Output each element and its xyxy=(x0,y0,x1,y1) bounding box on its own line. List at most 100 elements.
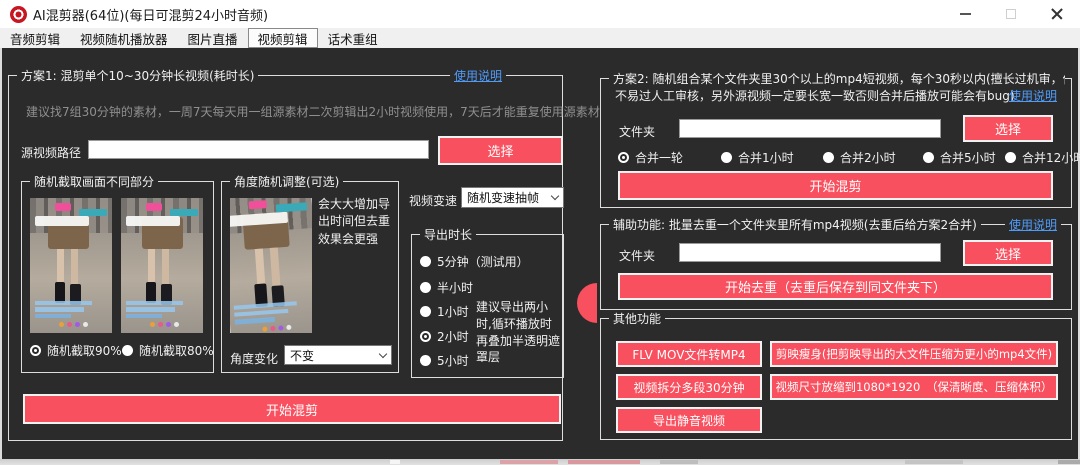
radio-label: 1小时 xyxy=(437,303,469,320)
radio-crop-80[interactable]: 随机截取80% xyxy=(122,342,214,359)
taskbar-segment xyxy=(1058,460,1080,464)
dedupe-folder-input[interactable] xyxy=(679,243,941,262)
speed-select[interactable]: 随机变速抽帧 xyxy=(461,187,564,208)
window-title: AI混剪器(64位)(每日可混剪24小时音频) xyxy=(33,5,268,24)
radio-dot xyxy=(420,256,431,267)
resize-1080-1920-button[interactable]: 视频尺寸放缩到1080*1920 （保清晰度、压缩体积） xyxy=(770,374,1058,400)
maximize-icon xyxy=(1006,9,1016,19)
radio-dot xyxy=(420,331,431,342)
app-logo-icon xyxy=(10,6,27,23)
dedupe-start-button[interactable]: 开始去重（去重后保存到同文件夹下） xyxy=(618,273,1053,300)
plan2-panel: 方案2: 随机组合某个文件夹里30个以上的mp4短视频，每个30秒以内(擅长过机… xyxy=(600,78,1072,208)
client-area: 方案1: 混剪单个10~30分钟长视频(耗时长) 使用说明 建议找7组30分钟的… xyxy=(0,48,1080,459)
tab-video-edit[interactable]: 视频剪辑 xyxy=(248,28,318,48)
plan2-start-button[interactable]: 开始混剪 xyxy=(618,171,1053,200)
plan2-legend: 方案2: 随机组合某个文件夹里30个以上的mp4短视频，每个30秒以内(擅长过机… xyxy=(609,70,1065,87)
radio-duration-halfhour[interactable]: 半小时 xyxy=(420,279,473,296)
tab-random-player[interactable]: 视频随机播放器 xyxy=(70,28,178,48)
source-path-input[interactable] xyxy=(88,140,429,159)
radio-dot xyxy=(923,152,934,163)
jianying-compress-button[interactable]: 剪映瘦身(把剪映导出的大文件压缩为更小的mp4文件) xyxy=(770,341,1058,367)
speed-label: 视频变速 xyxy=(409,192,457,209)
dedupe-help-link[interactable]: 使用说明 xyxy=(1005,216,1061,233)
close-button[interactable] xyxy=(1034,0,1080,28)
crop-preview-90-image xyxy=(30,198,112,333)
radio-crop-90-label: 随机截取90% xyxy=(47,342,122,359)
radio-label: 半小时 xyxy=(437,279,473,296)
radio-dot xyxy=(721,152,732,163)
angle-group-legend: 角度随机调整(可选) xyxy=(230,173,343,190)
app-window: AI混剪器(64位)(每日可混剪24小时音频) 音频剪辑 视频随机播放器 图片直… xyxy=(0,0,1080,465)
radio-duration-5min[interactable]: 5分钟（测试用） xyxy=(420,253,529,270)
taskbar-segment xyxy=(905,460,963,464)
radio-dot xyxy=(618,152,629,163)
minimize-button[interactable] xyxy=(942,0,988,28)
radio-merge-one-round[interactable]: 合并一轮 xyxy=(618,149,683,166)
radio-merge-1hour[interactable]: 合并1小时 xyxy=(721,149,794,166)
plan2-folder-label: 文件夹 xyxy=(619,123,655,140)
radio-merge-5hour[interactable]: 合并5小时 xyxy=(923,149,996,166)
radio-label: 2小时 xyxy=(437,328,469,345)
others-panel: 其他功能 FLV MOV文件转MP4 剪映瘦身(把剪映导出的大文件压缩为更小的m… xyxy=(600,318,1072,440)
dedupe-folder-select-button[interactable]: 选择 xyxy=(963,240,1053,266)
plan1-help-link[interactable]: 使用说明 xyxy=(450,67,506,84)
radio-dot xyxy=(1005,152,1016,163)
radio-dot xyxy=(420,306,431,317)
duration-group-legend: 导出时长 xyxy=(420,226,476,243)
radio-label: 5小时 xyxy=(437,352,469,369)
angle-select-value: 不变 xyxy=(290,347,314,364)
radio-dot xyxy=(823,152,834,163)
angle-group: 角度随机调整(可选) 会大大增加导出时间但去重效果会更强 角度变化 不变 xyxy=(221,181,399,373)
radio-crop-80-label: 随机截取80% xyxy=(139,342,214,359)
radio-dot xyxy=(420,355,431,366)
dedupe-folder-label: 文件夹 xyxy=(619,247,655,264)
duration-note: 建议导出两小时,循环播放时再叠加半透明遮罩层 xyxy=(476,299,560,366)
split-30min-button[interactable]: 视频拆分多段30分钟 xyxy=(616,374,762,400)
radio-duration-1hour[interactable]: 1小时 xyxy=(420,303,469,320)
radio-merge-2hour[interactable]: 合并2小时 xyxy=(823,149,896,166)
crop-group: 随机截取画面不同部分 随机截取90% xyxy=(21,181,214,373)
angle-note: 会大大增加导出时间但去重效果会更强 xyxy=(318,196,396,248)
radio-duration-2hour[interactable]: 2小时 xyxy=(420,328,469,345)
taskbar-segment xyxy=(660,460,698,464)
title-bar: AI混剪器(64位)(每日可混剪24小时音频) xyxy=(0,0,1080,28)
tab-image-live[interactable]: 图片直播 xyxy=(178,28,248,48)
maximize-button[interactable] xyxy=(988,0,1034,28)
taskbar-segment xyxy=(568,460,640,464)
close-icon xyxy=(1051,8,1063,20)
others-legend: 其他功能 xyxy=(609,310,665,327)
plan2-folder-select-button[interactable]: 选择 xyxy=(963,115,1053,142)
duration-group: 导出时长 5分钟（测试用） 半小时 1小时 2小时 xyxy=(411,234,564,378)
tab-audio-edit[interactable]: 音频剪辑 xyxy=(0,28,70,48)
tab-bar: 音频剪辑 视频随机播放器 图片直播 视频剪辑 话术重组 xyxy=(0,28,1080,48)
plan2-folder-input[interactable] xyxy=(679,119,941,138)
plan2-help-link[interactable]: 使用说明 xyxy=(1009,87,1057,104)
source-path-select-button[interactable]: 选择 xyxy=(438,136,563,165)
dedupe-panel: 辅助功能: 批量去重一个文件夹里所有mp4视频(去重后给方案2合并) 使用说明 … xyxy=(600,224,1072,310)
plan1-panel: 方案1: 混剪单个10~30分钟长视频(耗时长) 使用说明 建议找7组30分钟的… xyxy=(8,75,563,441)
crop-group-legend: 随机截取画面不同部分 xyxy=(30,173,158,190)
speed-select-value: 随机变速抽帧 xyxy=(467,189,539,206)
crop-preview-80-image xyxy=(121,198,203,333)
radio-dot xyxy=(420,282,431,293)
taskbar-segment xyxy=(390,460,400,464)
angle-select-label: 角度变化 xyxy=(230,350,278,367)
tab-script-remix[interactable]: 话术重组 xyxy=(318,28,388,48)
radio-label: 合并1小时 xyxy=(738,149,794,166)
taskbar-sliver xyxy=(0,459,1080,465)
radio-label: 合并12小时 xyxy=(1022,149,1080,166)
radio-merge-12hour[interactable]: 合并12小时 xyxy=(1005,149,1080,166)
radio-duration-5hour[interactable]: 5小时 xyxy=(420,352,469,369)
radio-label: 合并5小时 xyxy=(940,149,996,166)
radio-crop-80-dot xyxy=(122,345,133,356)
plan1-hint: 建议找7组30分钟的素材，一周7天每天用一组源素材二次剪辑出2小时视频使用，7天… xyxy=(26,103,600,120)
plan1-legend: 方案1: 混剪单个10~30分钟长视频(耗时长) xyxy=(17,67,258,84)
taskbar-segment xyxy=(500,460,558,464)
radio-label: 合并一轮 xyxy=(635,149,683,166)
radio-crop-90[interactable]: 随机截取90% xyxy=(30,342,122,359)
window-controls xyxy=(942,0,1080,28)
plan1-start-button[interactable]: 开始混剪 xyxy=(23,394,561,424)
angle-select[interactable]: 不变 xyxy=(284,345,392,365)
export-muted-video-button[interactable]: 导出静音视频 xyxy=(616,407,762,433)
flv-mov-to-mp4-button[interactable]: FLV MOV文件转MP4 xyxy=(616,341,762,367)
